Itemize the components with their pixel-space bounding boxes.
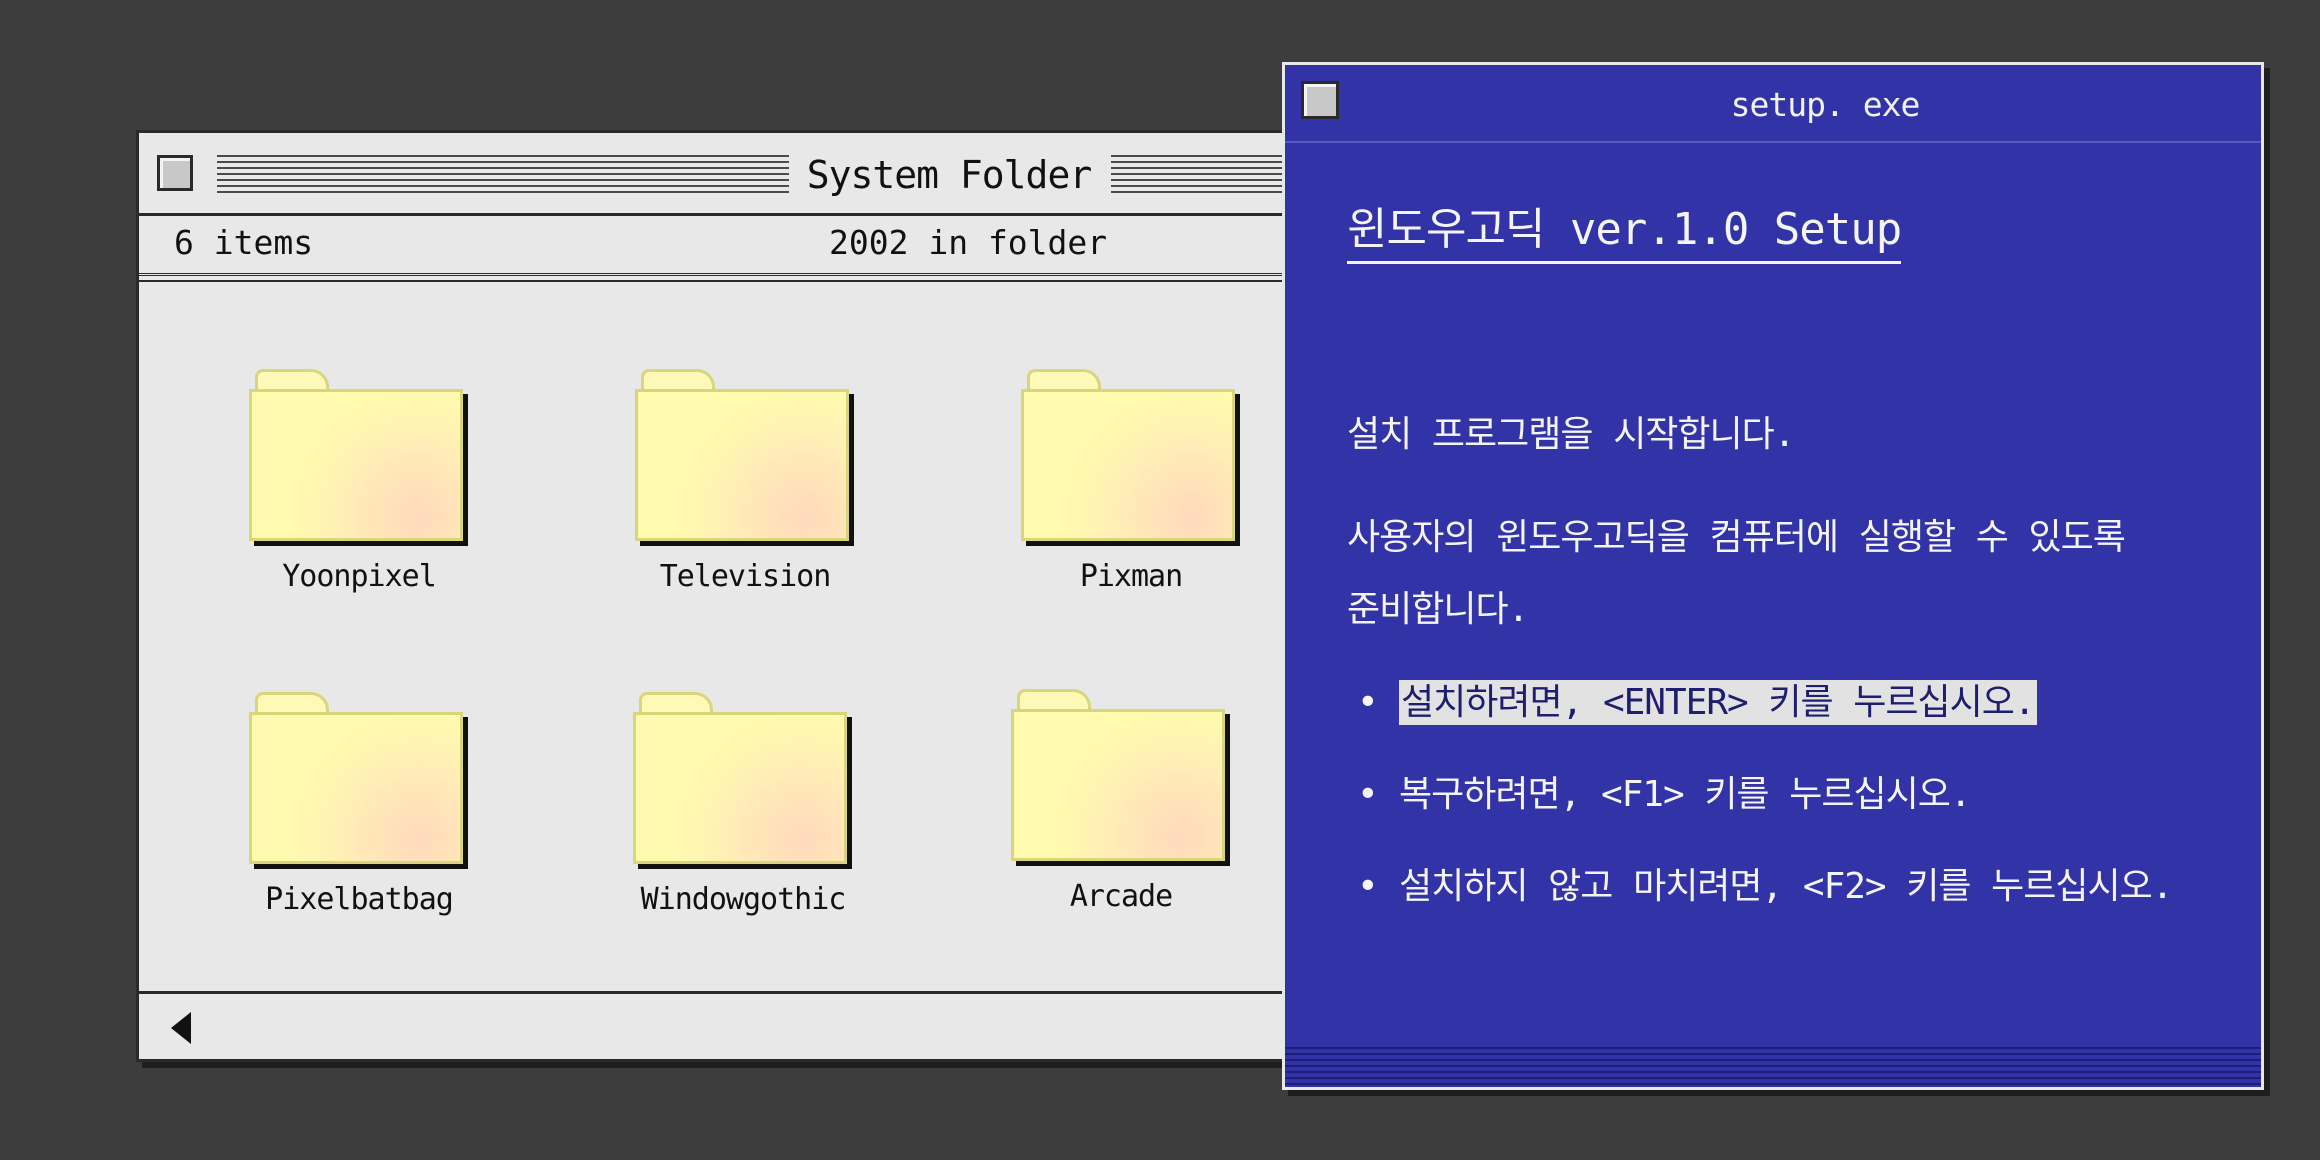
finder-scrollbar[interactable] [139,991,1293,1059]
folder-label: Arcade [1069,879,1173,914]
setup-description-line2: 준비합니다. [1347,589,1529,630]
setup-titlebar[interactable]: setup. exe [1285,65,2261,143]
option-exit-label: 설치하지 않고 마치려면, <F2> 키를 누르십시오. [1399,866,2173,907]
folder-label: Yoonpixel [282,559,437,594]
system-folder-window: System Folder 6 items 2002 in folder Yoo… [136,130,1296,1062]
setup-intro: 설치 프로그램을 시작합니다. [1347,414,1795,455]
option-install-label: 설치하려면, <ENTER> 키를 누르십시오. [1399,680,2037,725]
option-exit[interactable]: • 설치하지 않고 마치려면, <F2> 키를 누르십시오. [1357,857,2173,909]
folder-label: Television [659,559,832,594]
setup-bottom-stripes [1285,1047,2261,1087]
titlebar-stripes-right [1111,155,1293,195]
bullet-icon: • [1357,682,1379,723]
titlebar-stripes-left [217,155,789,195]
arrow-left-icon[interactable] [171,1012,191,1044]
folder-label: Windowgothic [640,882,847,917]
option-repair-label: 복구하려면, <F1> 키를 누르십시오. [1399,774,1972,815]
folder-icon-body [635,389,849,541]
bullet-icon: • [1357,774,1379,815]
window-title: setup. exe [1730,85,1921,124]
window-title: System Folder [806,153,1092,197]
folder-icon-body [633,712,847,864]
option-install[interactable]: • 설치하려면, <ENTER> 키를 누르십시오. [1357,673,2037,725]
folder-yoonpixel[interactable]: Yoonpixel [249,369,489,599]
bullet-icon: • [1357,866,1379,907]
folder-icon-body [249,712,463,864]
folder-icon-body [1021,389,1235,541]
close-box-icon[interactable] [157,155,193,191]
setup-heading: 윈도우고딕 ver.1.0 Setup [1347,193,1902,264]
option-repair[interactable]: • 복구하려면, <F1> 키를 누르십시오. [1357,765,1972,817]
folder-label: Pixman [1079,559,1183,594]
folder-icon-body [1011,709,1225,861]
setup-description-line1: 사용자의 윈도우고딕을 컴퓨터에 실행할 수 있도록 [1347,517,2126,558]
close-box-icon[interactable] [1301,81,1339,119]
folder-pixelbatbag[interactable]: Pixelbatbag [249,692,489,922]
folder-info: 2002 in folder [829,223,1108,262]
folder-arcade[interactable]: Arcade [1011,689,1251,919]
finder-infobar: 6 items 2002 in folder [139,213,1293,276]
folder-windowgothic[interactable]: Windowgothic [633,692,873,922]
folder-pixman[interactable]: Pixman [1021,369,1261,599]
folder-label: Pixelbatbag [265,882,454,917]
folder-icon-body [249,389,463,541]
folder-television[interactable]: Television [635,369,875,599]
setup-exe-window: setup. exe 윈도우고딕 ver.1.0 Setup 설치 프로그램을 … [1282,62,2264,1090]
finder-titlebar[interactable]: System Folder [139,133,1293,216]
items-count: 6 items [174,223,314,262]
